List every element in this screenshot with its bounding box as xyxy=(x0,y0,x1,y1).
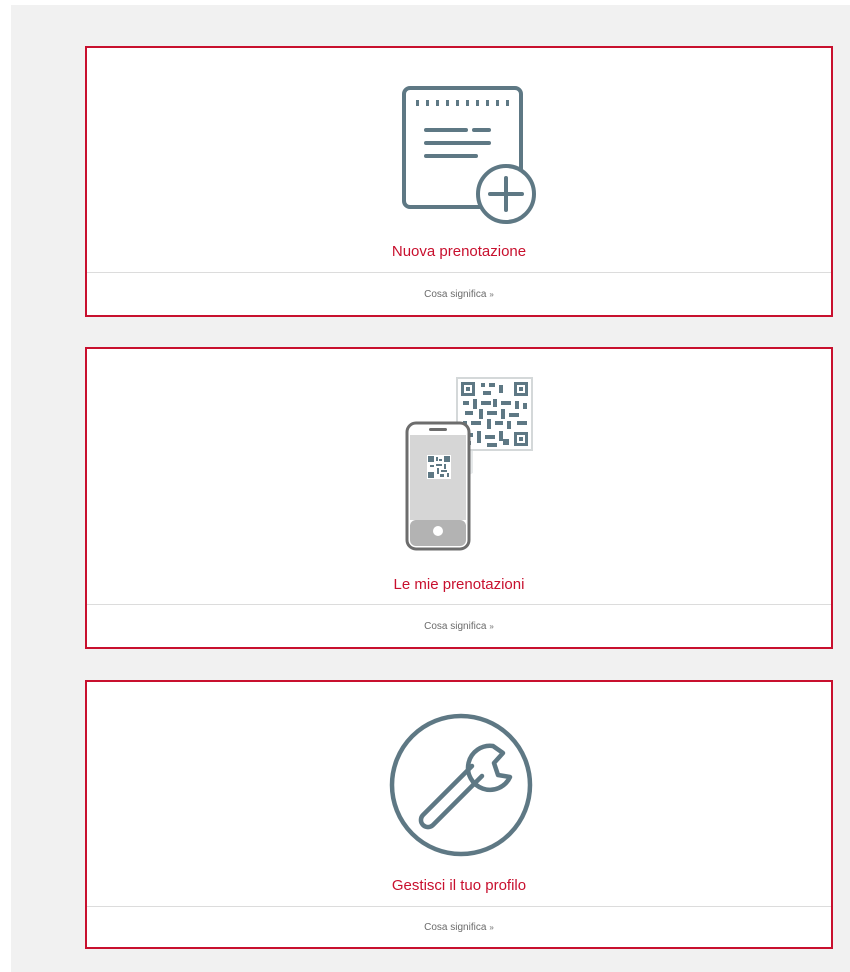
calendar-add-icon xyxy=(402,86,536,224)
card-manage-profile[interactable]: Gestisci il tuo profilo Cosa significa » xyxy=(85,680,833,949)
what-it-means-link[interactable]: Cosa significa » xyxy=(87,906,831,947)
footer-label: Cosa significa xyxy=(424,921,487,933)
card-my-bookings[interactable]: Le mie prenotazioni Cosa significa » xyxy=(85,347,833,649)
footer-label: Cosa significa xyxy=(424,620,487,632)
card-title[interactable]: Gestisci il tuo profilo xyxy=(87,877,831,894)
wrench-icon xyxy=(389,713,533,857)
card-title[interactable]: Le mie prenotazioni xyxy=(87,576,831,593)
phone-qr-code-icon xyxy=(405,377,533,551)
chevron-double-down-icon: » xyxy=(489,621,494,631)
what-it-means-link[interactable]: Cosa significa » xyxy=(87,272,831,315)
chevron-double-down-icon: » xyxy=(489,289,494,299)
chevron-double-down-icon: » xyxy=(489,922,494,932)
card-title[interactable]: Nuova prenotazione xyxy=(87,243,831,260)
card-new-booking[interactable]: Nuova prenotazione Cosa significa » xyxy=(85,46,833,317)
footer-label: Cosa significa xyxy=(424,288,487,300)
what-it-means-link[interactable]: Cosa significa » xyxy=(87,604,831,647)
